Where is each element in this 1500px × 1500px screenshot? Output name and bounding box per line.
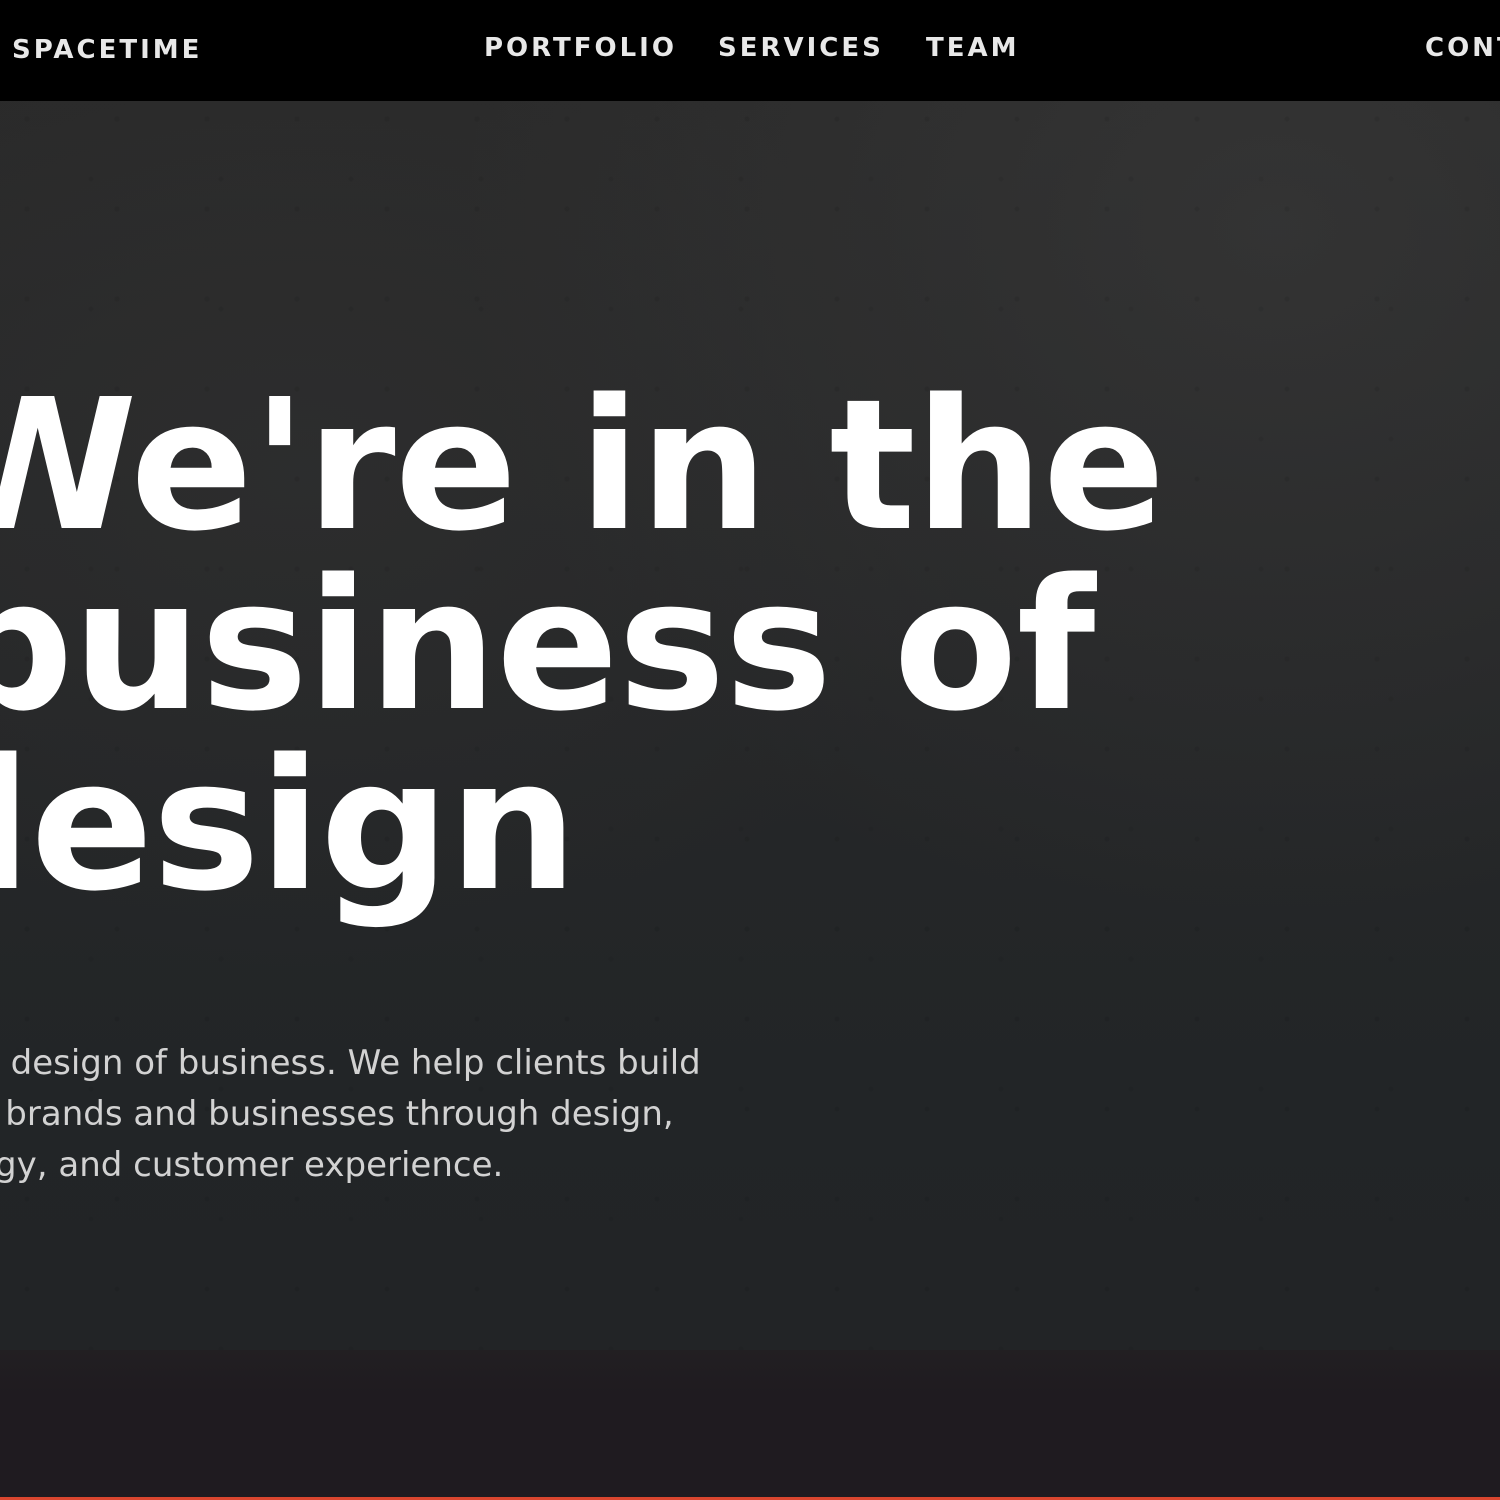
hero-headline-line: business of (0, 540, 1095, 751)
hero-description-line: ive brands and businesses through design… (0, 1094, 674, 1134)
hero-description-line: the design of business. We help clients … (0, 1043, 701, 1083)
nav-link-services[interactable]: SERVICES (718, 32, 884, 64)
top-navigation: SPACETIME PORTFOLIO SERVICES TEAM CONT (0, 0, 1500, 101)
hero-section: We're in the business of design the desi… (0, 101, 1500, 1350)
next-section (0, 1350, 1500, 1497)
nav-link-team[interactable]: TEAM (926, 32, 1020, 64)
hero-headline-line: design (0, 720, 578, 931)
hero-description-line: ology, and customer experience. (0, 1145, 504, 1185)
hero-headline-line: We're in the (0, 360, 1165, 571)
hero-headline: We're in the business of design (0, 360, 1165, 931)
hero-description: the design of business. We help clients … (0, 1038, 844, 1191)
nav-link-contact[interactable]: CONT (1425, 32, 1500, 64)
nav-link-portfolio[interactable]: PORTFOLIO (484, 32, 677, 64)
brand-logo[interactable]: SPACETIME (12, 34, 202, 66)
